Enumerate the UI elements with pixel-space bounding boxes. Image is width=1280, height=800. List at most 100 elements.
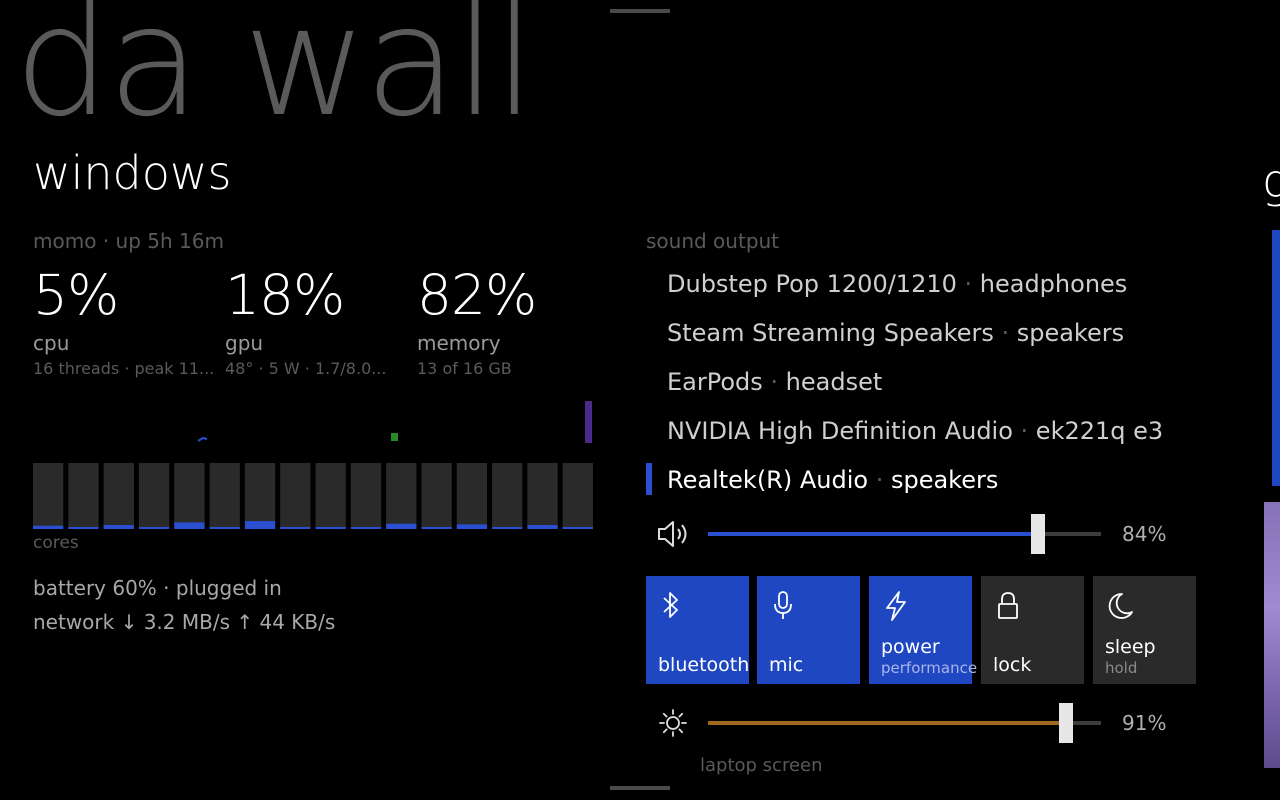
section-title: windows	[33, 146, 232, 200]
peek-tile-blue[interactable]	[1272, 230, 1280, 486]
separator-dot: ·	[762, 368, 786, 396]
sound-device-realtek[interactable]: Realtek(R) Audio · speakers	[667, 466, 998, 494]
brightness-display-label: laptop screen	[700, 755, 823, 776]
core-bar-load	[527, 525, 558, 529]
memory-stat[interactable]: 82% memory 13 of 16 GB	[417, 263, 607, 379]
core-bar-bg	[68, 463, 99, 529]
speaker-volume-icon[interactable]	[656, 518, 692, 550]
memory-label: memory	[417, 331, 501, 355]
core-bar-bg	[138, 463, 170, 529]
lightning-icon	[886, 591, 906, 621]
core-bar-load	[492, 527, 523, 529]
brightness-slider-fill	[708, 721, 1066, 725]
hub-title: da wall	[14, 0, 536, 150]
cpu-value: 5%	[33, 263, 119, 327]
drag-handle-top[interactable]	[610, 9, 670, 13]
core-bar-load	[33, 525, 64, 529]
peek-tile-image[interactable]	[1264, 502, 1280, 768]
core-bar-bg	[103, 463, 134, 529]
gpu-label: gpu	[225, 331, 264, 355]
separator-dot: ·	[1012, 417, 1036, 445]
core-bar-load	[138, 527, 170, 529]
device-name: Steam Streaming Speakers	[667, 319, 994, 347]
bluetooth-icon	[663, 592, 678, 618]
volume-slider-thumb[interactable]	[1031, 514, 1046, 554]
lock-icon	[998, 592, 1018, 619]
sound-output-title: sound output	[646, 229, 780, 253]
volume-slider[interactable]	[708, 514, 1101, 554]
bluetooth-label: bluetooth	[658, 654, 750, 676]
cores-label: cores	[33, 533, 79, 553]
memory-sparkline	[585, 401, 592, 443]
sleep-button[interactable]: sleep hold	[1093, 576, 1196, 684]
host-name: momo	[33, 229, 97, 253]
core-bar-load	[350, 527, 382, 529]
device-name: Realtek(R) Audio	[667, 466, 869, 494]
lock-button[interactable]: lock	[981, 576, 1084, 684]
memory-value: 82%	[417, 263, 537, 327]
cpu-sparkline	[197, 436, 208, 442]
core-bar-bg	[315, 463, 346, 529]
device-type: headset	[785, 368, 883, 396]
device-type: speakers	[890, 466, 999, 494]
core-bar-bg	[33, 463, 64, 529]
core-bar-load	[103, 525, 134, 529]
gpu-value: 18%	[225, 263, 345, 327]
power-label: power	[881, 636, 940, 658]
network-status: network ↓ 3.2 MB/s ↑ 44 KB/s	[33, 610, 336, 634]
core-bar-bg	[492, 463, 523, 529]
separator-dot: ·	[868, 466, 891, 494]
microphone-icon	[774, 591, 792, 619]
core-bar-load	[315, 527, 346, 529]
power-sublabel: performance	[881, 659, 978, 677]
gpu-sparkline	[391, 433, 398, 441]
separator-dot: ·	[956, 270, 980, 298]
device-name: EarPods	[667, 368, 763, 396]
core-bar-bg	[421, 463, 452, 529]
brightness-slider[interactable]	[708, 703, 1101, 743]
mic-toggle[interactable]: mic	[757, 576, 860, 684]
cores-chart	[33, 463, 593, 529]
memory-detail: 13 of 16 GB	[417, 359, 512, 378]
cpu-stat[interactable]: 5% cpu 16 threads · peak 11...	[33, 263, 223, 379]
sun-icon[interactable]	[658, 708, 688, 738]
core-bar-load	[562, 527, 593, 529]
host-uptime: momo · up 5h 16m	[33, 229, 224, 253]
device-type: speakers	[1016, 319, 1125, 347]
core-bar-load	[386, 523, 417, 529]
core-bar-load	[68, 527, 99, 529]
bluetooth-toggle[interactable]: bluetooth	[646, 576, 749, 684]
usage-sparklines	[197, 401, 592, 443]
core-bar-load	[244, 521, 276, 529]
volume-percent: 84%	[1122, 522, 1167, 546]
sleep-label: sleep	[1105, 636, 1156, 658]
brightness-slider-thumb[interactable]	[1058, 703, 1073, 743]
brightness-percent: 91%	[1122, 711, 1167, 735]
core-bar-bg	[280, 463, 311, 529]
cpu-detail: 16 threads · peak 11...	[33, 359, 213, 378]
power-mode-toggle[interactable]: power performance	[869, 576, 977, 684]
core-bar-load	[174, 522, 205, 529]
core-bar-bg	[209, 463, 240, 529]
sound-device-steam-streaming[interactable]: Steam Streaming Speakers · speakers	[667, 319, 1124, 347]
core-bar-load	[456, 524, 488, 529]
selected-device-indicator	[646, 463, 652, 495]
core-bar-load	[421, 527, 452, 529]
sound-device-nvidia-hda[interactable]: NVIDIA High Definition Audio · ek221q e3	[667, 417, 1163, 445]
drag-handle-bottom[interactable]	[610, 786, 670, 790]
sound-device-dubstep-pop[interactable]: Dubstep Pop 1200/1210 · headphones	[667, 270, 1127, 298]
volume-slider-fill	[708, 532, 1039, 536]
next-section-peek[interactable]: g	[1262, 158, 1280, 204]
device-type: headphones	[979, 270, 1128, 298]
device-name: Dubstep Pop 1200/1210	[667, 270, 957, 298]
core-bar-bg	[456, 463, 488, 529]
core-bar-bg	[562, 463, 593, 529]
separator-dot: ·	[993, 319, 1017, 347]
gpu-stat[interactable]: 18% gpu 48° · 5 W · 1.7/8.0...	[225, 263, 415, 379]
core-bar-load	[209, 527, 240, 529]
device-type: ek221q e3	[1035, 417, 1164, 445]
core-bar-bg	[244, 463, 276, 529]
core-bar-bg	[174, 463, 205, 529]
sound-device-earpods[interactable]: EarPods · headset	[667, 368, 882, 396]
battery-status: battery 60% · plugged in	[33, 576, 282, 600]
